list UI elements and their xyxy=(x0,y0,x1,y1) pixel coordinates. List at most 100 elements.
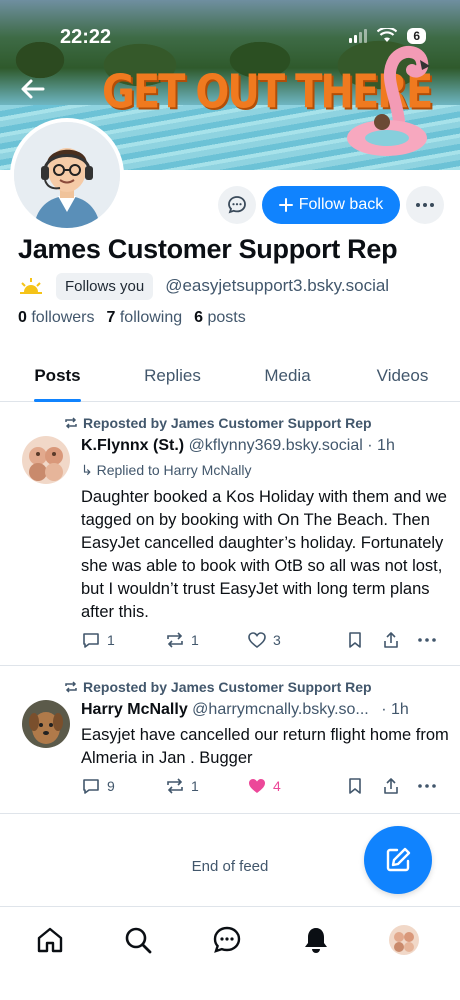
signal-icon xyxy=(349,29,368,43)
like-count: 4 xyxy=(273,778,281,794)
profile-tabs: Posts Replies Media Videos xyxy=(0,350,460,402)
nav-search[interactable] xyxy=(121,923,155,957)
posts-count: 6 xyxy=(194,309,204,326)
nav-home[interactable] xyxy=(33,923,67,957)
wifi-icon xyxy=(377,28,398,42)
bookmark-button[interactable] xyxy=(345,630,365,650)
nav-profile[interactable] xyxy=(387,923,421,957)
follows-you-badge: Follows you xyxy=(56,272,154,300)
post-text: Daughter booked a Kos Holiday with them … xyxy=(81,488,447,621)
reply-button[interactable]: 1 xyxy=(81,630,115,650)
tab-media[interactable]: Media xyxy=(230,350,345,401)
post-author-handle[interactable]: @harrymcnally.bsky.so... xyxy=(192,701,369,718)
repost-label: Reposted by James Customer Support Rep xyxy=(83,679,372,695)
feed-post[interactable]: Reposted by James Customer Support Rep K… xyxy=(0,402,460,666)
repost-label: Reposted by James Customer Support Rep xyxy=(83,415,372,431)
reply-to-label: Replied to Harry McNally xyxy=(96,462,252,478)
compose-icon xyxy=(386,847,411,872)
nav-messages[interactable] xyxy=(210,923,244,957)
profile-handle: @easyjetsupport3.bsky.social xyxy=(165,276,390,295)
share-button[interactable] xyxy=(381,630,401,650)
following-stat[interactable]: 7 following xyxy=(107,309,183,327)
like-count: 3 xyxy=(273,632,281,648)
repost-count: 1 xyxy=(191,632,199,648)
post-author-name[interactable]: Harry McNally xyxy=(81,701,188,718)
nav-notifications[interactable] xyxy=(299,923,333,957)
post-more-button[interactable] xyxy=(417,630,437,650)
post-author-avatar[interactable] xyxy=(22,436,70,484)
following-label: following xyxy=(119,309,183,326)
posts-stat: 6 posts xyxy=(194,309,246,327)
back-arrow-icon[interactable] xyxy=(18,74,48,104)
ellipsis-icon xyxy=(418,784,436,788)
chat-bubble-icon xyxy=(228,196,246,214)
home-icon xyxy=(37,927,63,953)
bell-icon xyxy=(305,928,327,953)
chat-bubble-icon xyxy=(213,926,241,953)
heart-filled-icon xyxy=(249,779,265,793)
repost-icon xyxy=(167,632,183,648)
status-icons: 6 xyxy=(349,28,426,44)
reply-count: 9 xyxy=(107,778,115,794)
post-author-avatar[interactable] xyxy=(22,700,70,748)
plus-icon xyxy=(278,198,293,212)
post-time: · 1h xyxy=(367,437,395,454)
profile-display-name: James Customer Support Rep xyxy=(18,234,398,264)
avatar-photo xyxy=(22,700,70,748)
bookmark-icon xyxy=(349,778,361,794)
post-actions: 9 1 4 xyxy=(81,776,441,800)
repost-icon xyxy=(65,417,77,429)
post-more-button[interactable] xyxy=(417,776,437,796)
follow-back-button[interactable]: Follow back xyxy=(262,186,400,224)
ellipsis-icon xyxy=(418,638,436,642)
repost-icon xyxy=(167,778,183,794)
avatar-photo xyxy=(22,436,70,484)
post-time: · 1h xyxy=(381,701,409,718)
bottom-navigation xyxy=(0,906,460,1000)
reply-button[interactable]: 9 xyxy=(81,776,115,796)
posts-label: posts xyxy=(207,309,246,326)
post-actions: 1 1 3 xyxy=(81,630,441,654)
repost-button[interactable]: 1 xyxy=(165,630,199,650)
post-author-handle[interactable]: @kflynny369.bsky.social xyxy=(189,437,363,454)
bookmark-icon xyxy=(349,632,361,648)
bookmark-button[interactable] xyxy=(345,776,365,796)
share-icon xyxy=(384,778,398,794)
like-button[interactable]: 3 xyxy=(247,630,281,650)
profile-avatar[interactable] xyxy=(10,118,124,232)
flamingo-float-image xyxy=(347,46,430,156)
avatar-illustration xyxy=(14,122,120,228)
message-button[interactable] xyxy=(218,186,256,224)
share-icon xyxy=(384,632,398,648)
reply-icon xyxy=(83,633,99,648)
followers-count: 0 xyxy=(18,309,27,326)
reply-arrow-icon: ↳ xyxy=(81,462,93,478)
feed-post[interactable]: Reposted by James Customer Support Rep H… xyxy=(0,666,460,814)
profile-meta-row: Follows you @easyjetsupport3.bsky.social xyxy=(18,272,389,300)
repost-button[interactable]: 1 xyxy=(165,776,199,796)
repost-indicator: Reposted by James Customer Support Rep xyxy=(64,415,372,431)
tab-posts[interactable]: Posts xyxy=(0,350,115,402)
followers-label: followers xyxy=(31,309,95,326)
sunrise-emoji-icon xyxy=(20,278,42,294)
repost-icon xyxy=(65,681,77,693)
like-button[interactable]: 4 xyxy=(247,776,281,796)
more-options-button[interactable] xyxy=(406,186,444,224)
share-button[interactable] xyxy=(381,776,401,796)
tab-videos[interactable]: Videos xyxy=(345,350,460,401)
repost-indicator: Reposted by James Customer Support Rep xyxy=(64,679,372,695)
post-author-name[interactable]: K.Flynnx (St.) xyxy=(81,437,184,454)
profile-avatar-icon xyxy=(389,925,419,955)
tab-replies[interactable]: Replies xyxy=(115,350,230,401)
followers-stat[interactable]: 0 followers xyxy=(18,309,95,327)
search-icon xyxy=(125,927,152,954)
follow-back-label: Follow back xyxy=(298,196,384,213)
reply-indicator[interactable]: ↳ Replied to Harry McNally xyxy=(81,462,251,479)
compose-post-button[interactable] xyxy=(364,826,432,894)
post-header: K.Flynnx (St.) @kflynny369.bsky.social ·… xyxy=(81,437,395,455)
reply-count: 1 xyxy=(107,632,115,648)
profile-stats: 0 followers 7 following 6 posts xyxy=(18,309,246,327)
post-text: Easyjet have cancelled our return flight… xyxy=(81,726,449,767)
heart-icon xyxy=(248,632,266,649)
repost-count: 1 xyxy=(191,778,199,794)
